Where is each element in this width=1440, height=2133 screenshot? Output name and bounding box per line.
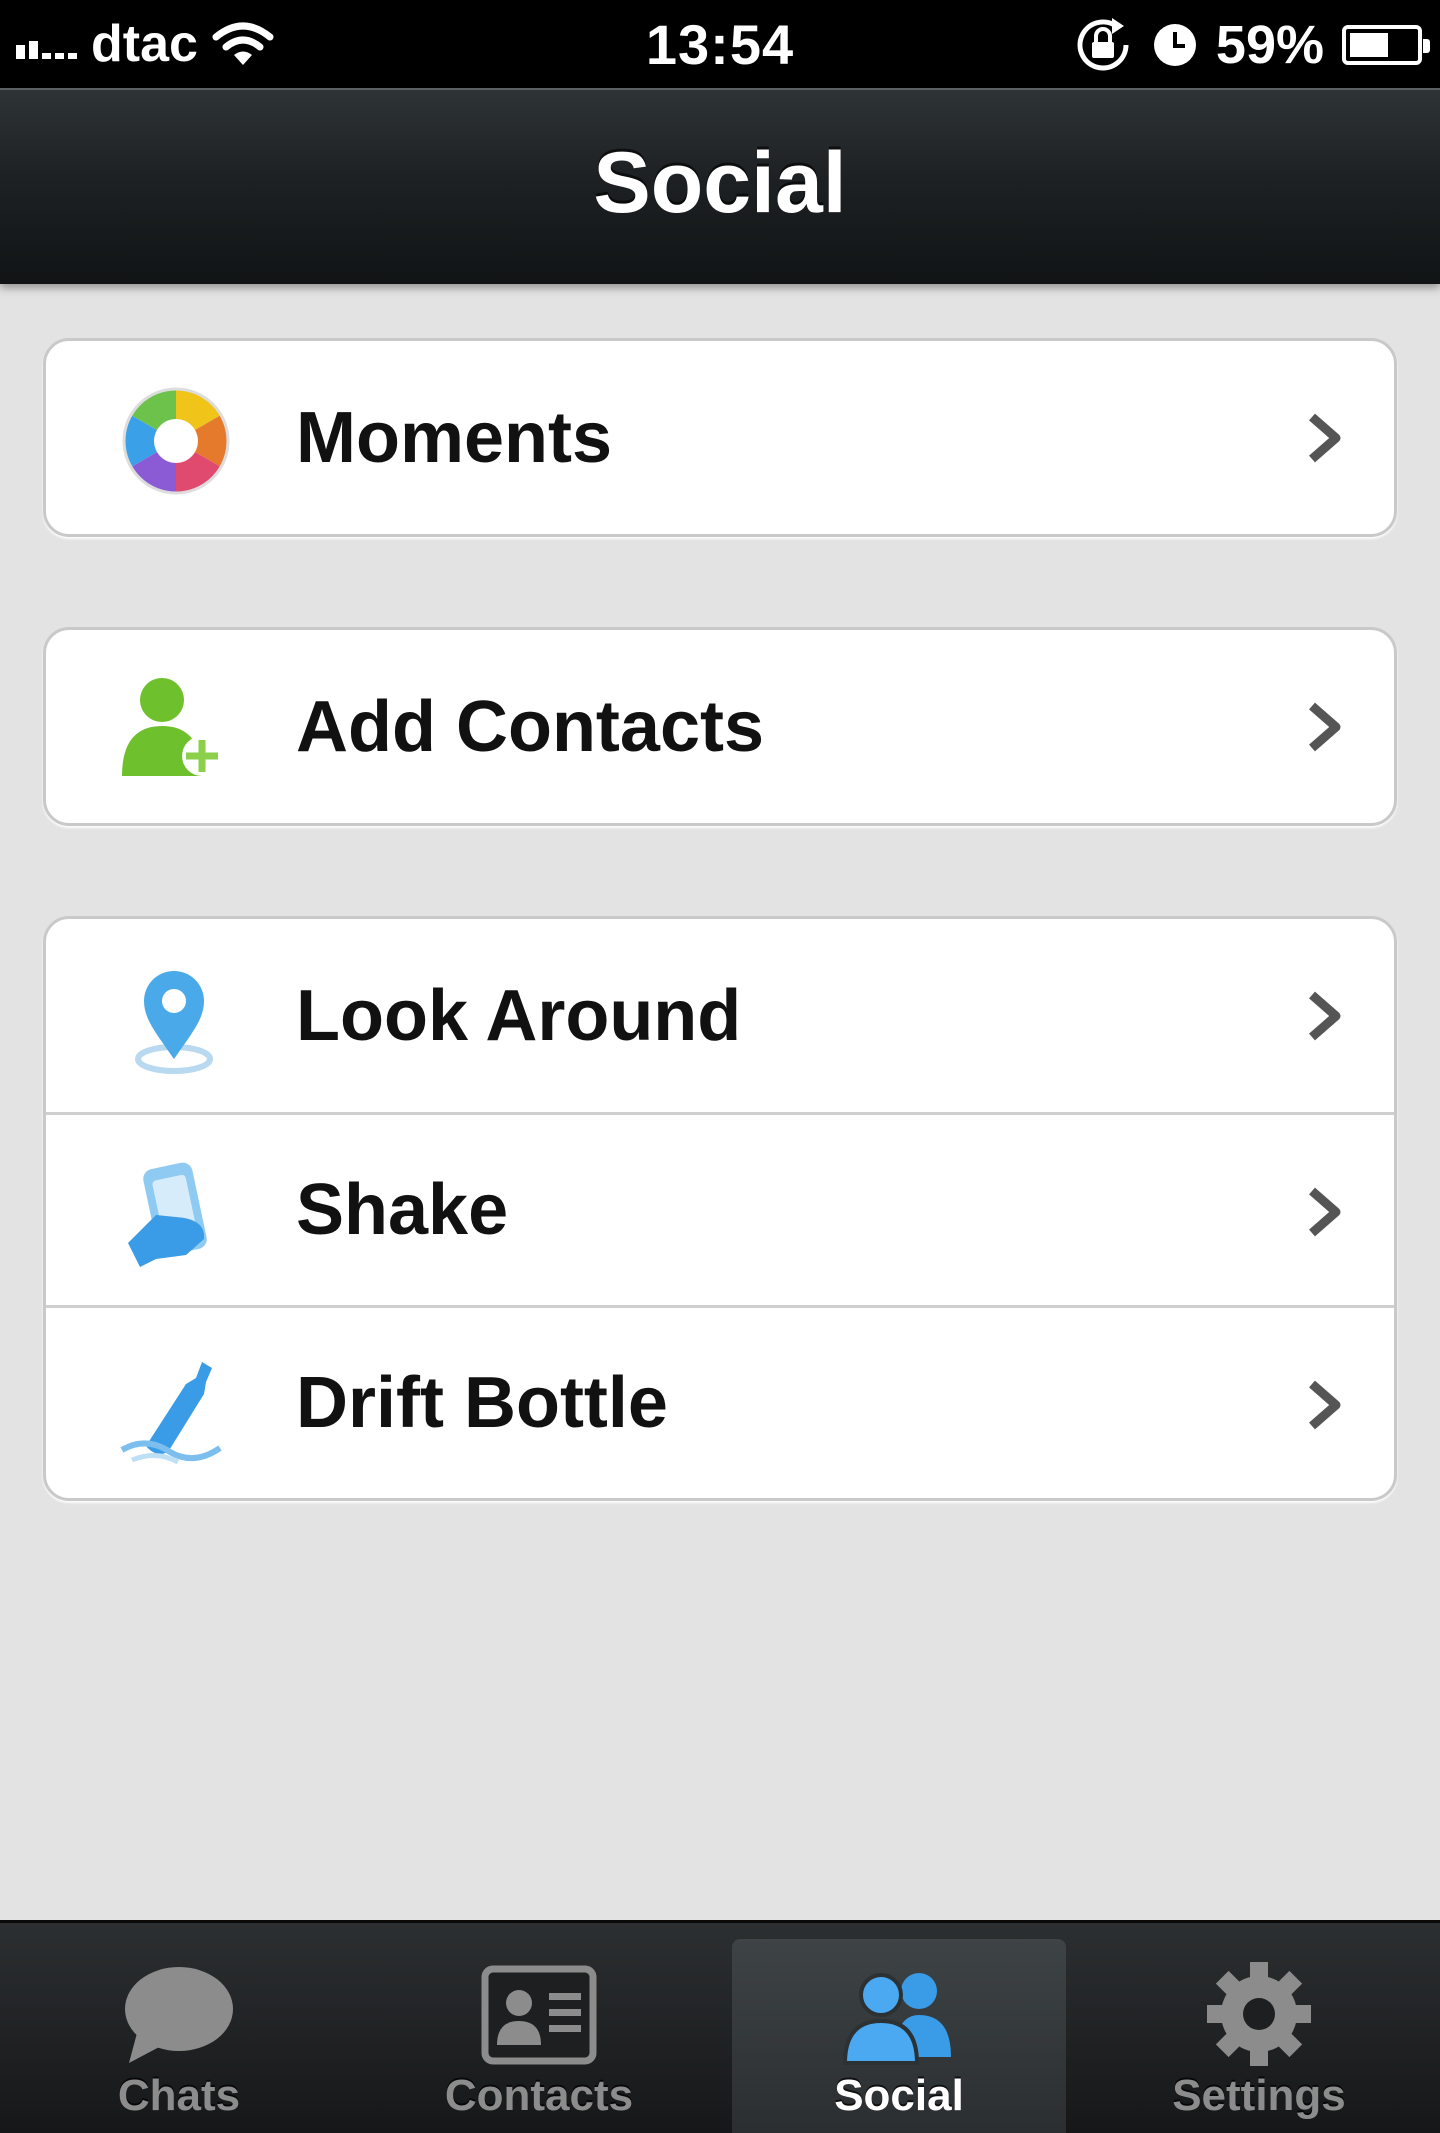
list-item-label: Look Around <box>296 975 742 1056</box>
drift-bottle-icon <box>120 1362 222 1465</box>
gear-icon <box>1207 1962 1311 2066</box>
moments-aperture-icon <box>122 387 230 495</box>
status-bar: dtac 13:54 59% <box>0 0 1440 88</box>
location-pin-icon <box>135 971 213 1074</box>
list-item-label: Moments <box>296 397 613 478</box>
navigation-bar: Social <box>0 88 1440 284</box>
tab-label: Contacts <box>444 2071 634 2120</box>
group-add-contacts: Add Contacts <box>43 627 1397 826</box>
chat-bubble-icon <box>125 1967 233 2063</box>
chevron-right-icon <box>1309 702 1341 752</box>
contact-card-icon <box>481 1965 597 2065</box>
list-item-add-contacts[interactable]: Add Contacts <box>46 630 1394 823</box>
battery-percent: 59% <box>1215 15 1324 75</box>
add-contact-icon <box>122 678 222 776</box>
group-discover: Look Around Shake Drift Bottle <box>43 916 1397 1501</box>
rotation-lock-icon <box>1077 18 1129 71</box>
tab-chats[interactable]: Chats <box>12 1939 346 2133</box>
battery-icon <box>1342 25 1430 65</box>
tab-social[interactable]: Social <box>732 1939 1066 2133</box>
list-item-look-around[interactable]: Look Around <box>46 919 1394 1112</box>
people-icon <box>842 1973 951 2065</box>
chevron-right-icon <box>1309 413 1341 463</box>
list-item-label: Add Contacts <box>296 686 764 767</box>
alarm-icon <box>1153 24 1196 66</box>
tab-settings[interactable]: Settings <box>1092 1939 1426 2133</box>
group-moments: Moments <box>43 338 1397 537</box>
chevron-right-icon <box>1309 991 1341 1041</box>
list-item-moments[interactable]: Moments <box>46 341 1394 534</box>
battery-level-fill <box>1350 33 1388 57</box>
status-right: 59% <box>1072 14 1430 76</box>
list-item-drift-bottle[interactable]: Drift Bottle <box>46 1305 1394 1498</box>
tab-label: Settings <box>1172 2071 1346 2120</box>
tab-label: Social <box>834 2071 964 2120</box>
list-item-shake[interactable]: Shake <box>46 1112 1394 1305</box>
shake-phone-icon <box>128 1162 207 1267</box>
list-item-label: Drift Bottle <box>296 1363 668 1443</box>
chevron-right-icon <box>1309 1380 1341 1430</box>
tab-contacts[interactable]: Contacts <box>372 1939 706 2133</box>
page-title: Social <box>593 135 847 231</box>
list-item-label: Shake <box>296 1170 509 1250</box>
tab-bar: Chats Contacts Social Settings <box>0 1920 1440 2133</box>
tab-label: Chats <box>117 2071 241 2120</box>
chevron-right-icon <box>1309 1187 1341 1237</box>
